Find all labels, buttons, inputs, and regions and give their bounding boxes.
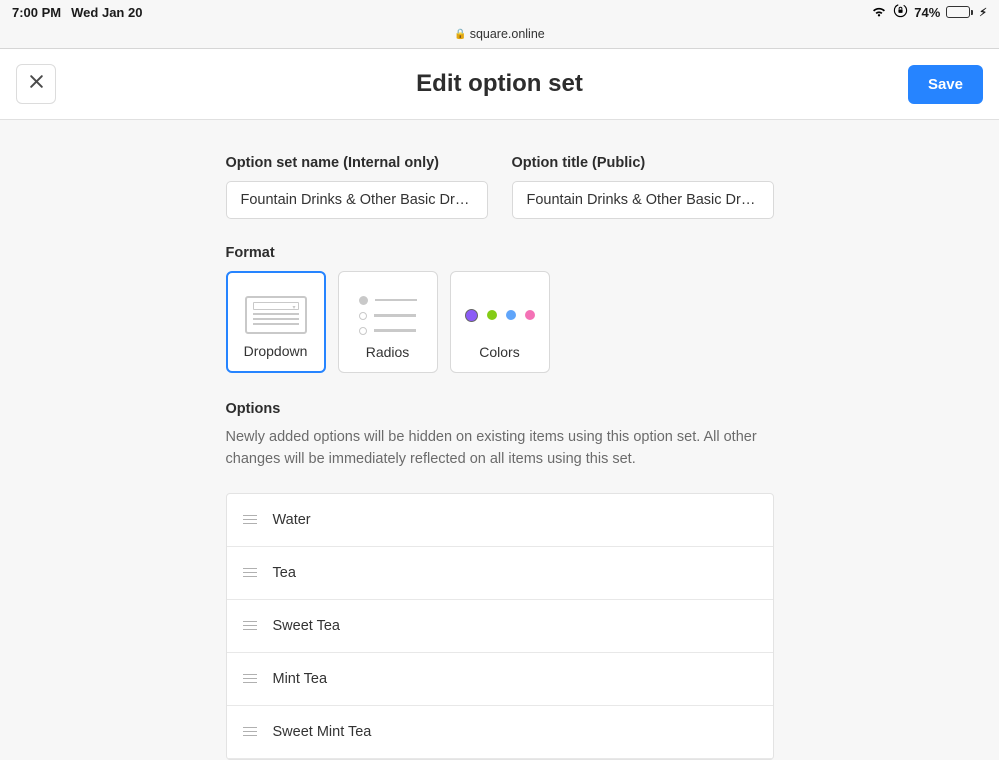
option-text: Water (273, 512, 311, 528)
format-label: Format (226, 245, 774, 261)
option-row[interactable]: Mint Tea (227, 653, 773, 706)
option-row[interactable]: Water (227, 494, 773, 547)
close-button[interactable] (16, 64, 56, 104)
status-time: 7:00 PM (12, 5, 61, 20)
option-text: Tea (273, 565, 296, 581)
close-icon (28, 73, 45, 95)
charging-icon: ⚡︎ (979, 6, 987, 19)
wifi-icon (871, 6, 887, 18)
format-option-radios[interactable]: Radios (338, 271, 438, 373)
browser-url: square.online (470, 27, 545, 41)
colors-icon (451, 286, 549, 344)
options-description: Newly added options will be hidden on ex… (226, 427, 774, 471)
page-title: Edit option set (416, 70, 583, 98)
format-selector: ▾ Dropdown Radios (226, 271, 774, 373)
app-header: Edit option set Save (0, 49, 999, 120)
option-text: Sweet Tea (273, 618, 340, 634)
drag-handle-icon[interactable] (243, 515, 257, 524)
option-text: Mint Tea (273, 671, 328, 687)
battery-icon (946, 6, 973, 18)
option-row[interactable]: Tea (227, 547, 773, 600)
option-row[interactable]: Sweet Tea (227, 600, 773, 653)
status-date: Wed Jan 20 (71, 5, 142, 20)
lock-icon: 🔒 (454, 29, 466, 40)
orientation-lock-icon (893, 3, 908, 21)
battery-percent: 74% (914, 5, 940, 20)
device-status-bar: 7:00 PM Wed Jan 20 74% ⚡︎ (0, 0, 999, 23)
option-row[interactable]: Sweet Mint Tea (227, 706, 773, 759)
option-set-name-label: Option set name (Internal only) (226, 155, 488, 171)
browser-url-bar[interactable]: 🔒 square.online (0, 23, 999, 49)
drag-handle-icon[interactable] (243, 621, 257, 630)
save-button[interactable]: Save (908, 65, 983, 104)
radios-icon (339, 286, 437, 344)
drag-handle-icon[interactable] (243, 674, 257, 683)
main-content: Option set name (Internal only) Option t… (226, 155, 774, 760)
option-title-label: Option title (Public) (512, 155, 774, 171)
options-list: Water Tea Sweet Tea Mint Tea Sweet Mint … (226, 493, 774, 760)
format-option-label: Dropdown (244, 343, 308, 371)
option-text: Sweet Mint Tea (273, 724, 372, 740)
format-option-dropdown[interactable]: ▾ Dropdown (226, 271, 326, 373)
format-option-colors[interactable]: Colors (450, 271, 550, 373)
drag-handle-icon[interactable] (243, 727, 257, 736)
format-option-label: Colors (479, 344, 519, 372)
drag-handle-icon[interactable] (243, 568, 257, 577)
option-title-input[interactable] (512, 181, 774, 219)
option-set-name-input[interactable] (226, 181, 488, 219)
options-label: Options (226, 401, 774, 417)
format-option-label: Radios (366, 344, 410, 372)
dropdown-icon: ▾ (228, 286, 324, 343)
